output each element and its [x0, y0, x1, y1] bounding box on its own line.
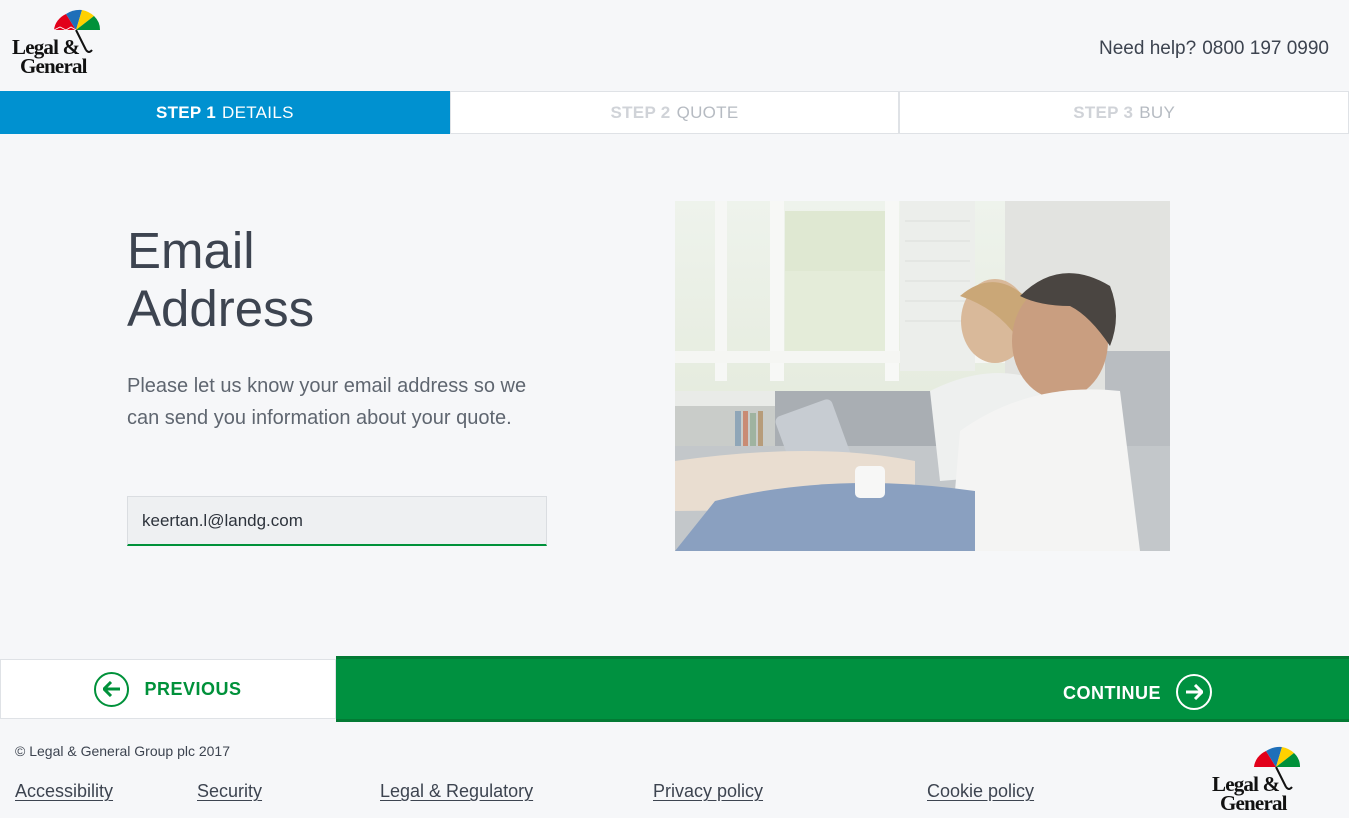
footer-logo: Legal & General [1210, 745, 1305, 817]
step-number: STEP 2 [610, 102, 671, 122]
step-number: STEP 1 [155, 102, 217, 122]
legal-general-logo[interactable]: Legal & General [10, 8, 105, 80]
help-contact: Need help? 0800 197 0990 [1099, 38, 1329, 60]
previous-label: PREVIOUS [144, 678, 242, 699]
footer-link-accessibility[interactable]: Accessibility [15, 781, 113, 802]
logo-text: Legal & General [1212, 772, 1288, 815]
step-quote: STEP 2 QUOTE [449, 91, 900, 134]
footer-link-cookie-policy[interactable]: Cookie policy [927, 781, 1034, 802]
footer-link-privacy-policy[interactable]: Privacy policy [653, 781, 763, 802]
step-label: QUOTE [676, 102, 739, 122]
email-input[interactable] [127, 496, 547, 546]
step-label: BUY [1139, 102, 1176, 122]
continue-button[interactable]: CONTINUE [336, 656, 1349, 722]
copyright-text: © Legal & General Group plc 2017 [15, 743, 231, 759]
step-details: STEP 1 DETAILS [0, 91, 450, 134]
logo-text: Legal & General [12, 35, 88, 78]
footer-link-legal-regulatory[interactable]: Legal & Regulatory [380, 781, 533, 802]
page-title: Email Address [127, 222, 315, 337]
help-label: Need help? [1099, 38, 1197, 59]
footer-link-security[interactable]: Security [197, 781, 262, 802]
progress-steps: STEP 1 DETAILS STEP 2 QUOTE STEP 3 BUY [0, 91, 1349, 134]
step-label: DETAILS [222, 102, 294, 122]
couple-on-sofa-image [675, 201, 1170, 551]
page-description: Please let us know your email address so… [127, 375, 527, 429]
help-phone[interactable]: 0800 197 0990 [1202, 38, 1329, 59]
previous-button[interactable]: PREVIOUS [0, 659, 336, 719]
hero-photo [675, 201, 1170, 551]
step-buy: STEP 3 BUY [899, 91, 1349, 134]
arrow-right-circle-icon [1176, 674, 1212, 710]
header: Legal & General Need help? 0800 197 0990 [0, 0, 1349, 91]
step-number: STEP 3 [1073, 102, 1134, 122]
continue-label: CONTINUE [1063, 683, 1161, 703]
arrow-left-circle-icon [94, 671, 130, 707]
